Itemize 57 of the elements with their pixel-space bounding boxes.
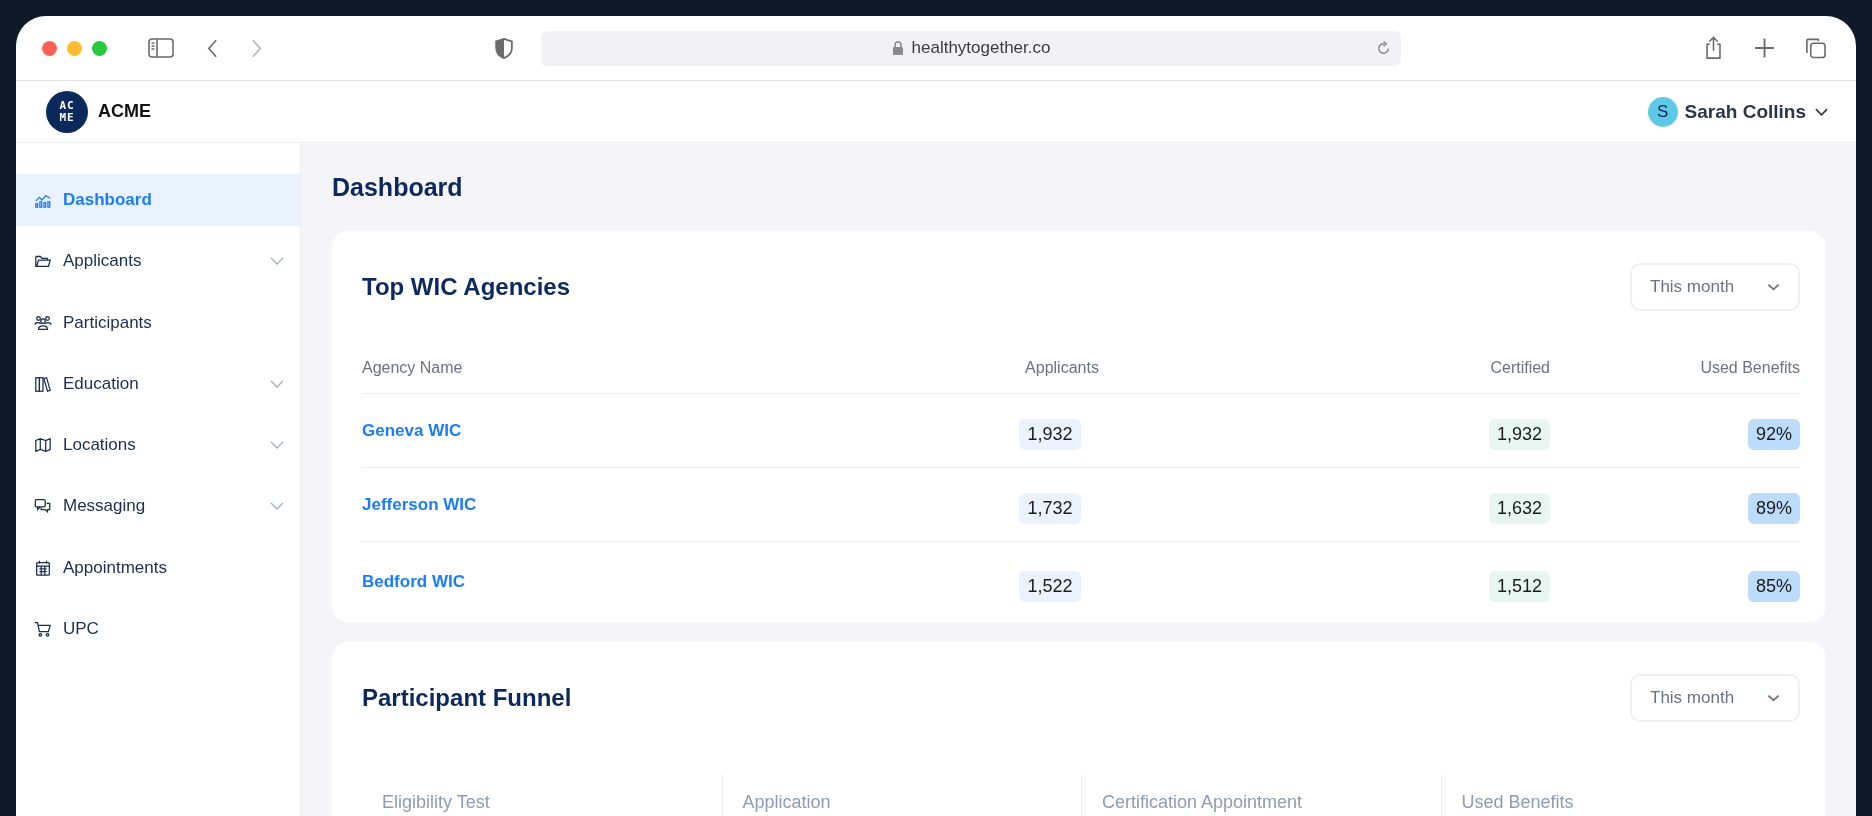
column-header: Certified: [1490, 359, 1550, 376]
applicants-count: 1,732: [1019, 493, 1081, 524]
used-benefits-percent: 92%: [1747, 419, 1800, 450]
agency-link[interactable]: Jefferson WIC: [362, 494, 477, 514]
cart-icon: [34, 620, 52, 639]
used-benefits-percent: 89%: [1747, 493, 1800, 524]
chevron-down-icon: [1815, 107, 1828, 116]
used-benefits-percent: 85%: [1747, 570, 1800, 602]
sidebar-item[interactable]: Locations: [16, 419, 300, 472]
sidebar-item[interactable]: Applicants: [16, 235, 300, 288]
url-text: healthytogether.co: [911, 38, 1051, 58]
close-window-icon[interactable]: [42, 40, 57, 56]
address-bar[interactable]: healthytogether.co: [541, 30, 1401, 66]
sidebar-item[interactable]: Participants: [16, 296, 300, 349]
lock-icon: [891, 40, 904, 56]
period-dropdown[interactable]: This month: [1630, 263, 1800, 311]
period-dropdown[interactable]: This month: [1630, 674, 1800, 722]
sidebar-item[interactable]: UPC: [16, 603, 300, 656]
certified-count: 1,932: [1488, 419, 1550, 450]
agency-link[interactable]: Geneva WIC: [362, 420, 462, 440]
map-icon: [34, 436, 52, 455]
certified-count: 1,632: [1488, 493, 1550, 524]
reload-icon[interactable]: [1376, 40, 1391, 56]
chat-bubbles-icon: [34, 497, 52, 516]
new-tab-icon[interactable]: [1754, 36, 1775, 60]
funnel-stage-label: Application: [742, 792, 831, 812]
sidebar-item[interactable]: Appointments: [16, 541, 300, 594]
acme-logo[interactable]: AC ME: [46, 90, 88, 133]
back-icon[interactable]: [207, 38, 218, 58]
sidebar-item[interactable]: Messaging: [16, 480, 300, 533]
share-icon[interactable]: [1703, 36, 1724, 60]
funnel-stage-label: Certification Appointment: [1102, 792, 1303, 812]
chevron-down-icon: [1767, 694, 1780, 702]
column-header: Used Benefits: [1700, 359, 1800, 376]
card-title: Top WIC Agencies: [362, 273, 570, 301]
column-header: Applicants: [1025, 359, 1099, 376]
agency-link[interactable]: Bedford WIC: [362, 572, 465, 591]
funnel-stage-label: Eligibility Test: [382, 792, 490, 812]
applicants-count: 1,522: [1019, 570, 1081, 602]
user-avatar: S: [1647, 96, 1678, 127]
funnel-stage-label: Used Benefits: [1461, 792, 1574, 812]
applicants-count: 1,932: [1019, 419, 1081, 450]
books-icon: [34, 374, 52, 393]
card-title: Participant Funnel: [362, 684, 572, 712]
calendar-icon: [34, 558, 52, 577]
tabs-overview-icon[interactable]: [1805, 36, 1826, 60]
sidebar-item[interactable]: Education: [16, 357, 300, 410]
sidebar-item[interactable]: Dashboard: [16, 174, 300, 226]
sidebar-toggle-icon[interactable]: [148, 38, 174, 58]
people-icon: [34, 313, 52, 332]
user-menu[interactable]: S Sarah Collins: [1647, 96, 1828, 127]
certified-count: 1,512: [1488, 570, 1550, 602]
brand-name: ACME: [98, 101, 151, 122]
page-title: Dashboard: [332, 171, 464, 203]
shield-icon[interactable]: [495, 37, 513, 59]
column-header: Agency Name: [362, 359, 463, 376]
chevron-down-icon: [1767, 283, 1780, 291]
